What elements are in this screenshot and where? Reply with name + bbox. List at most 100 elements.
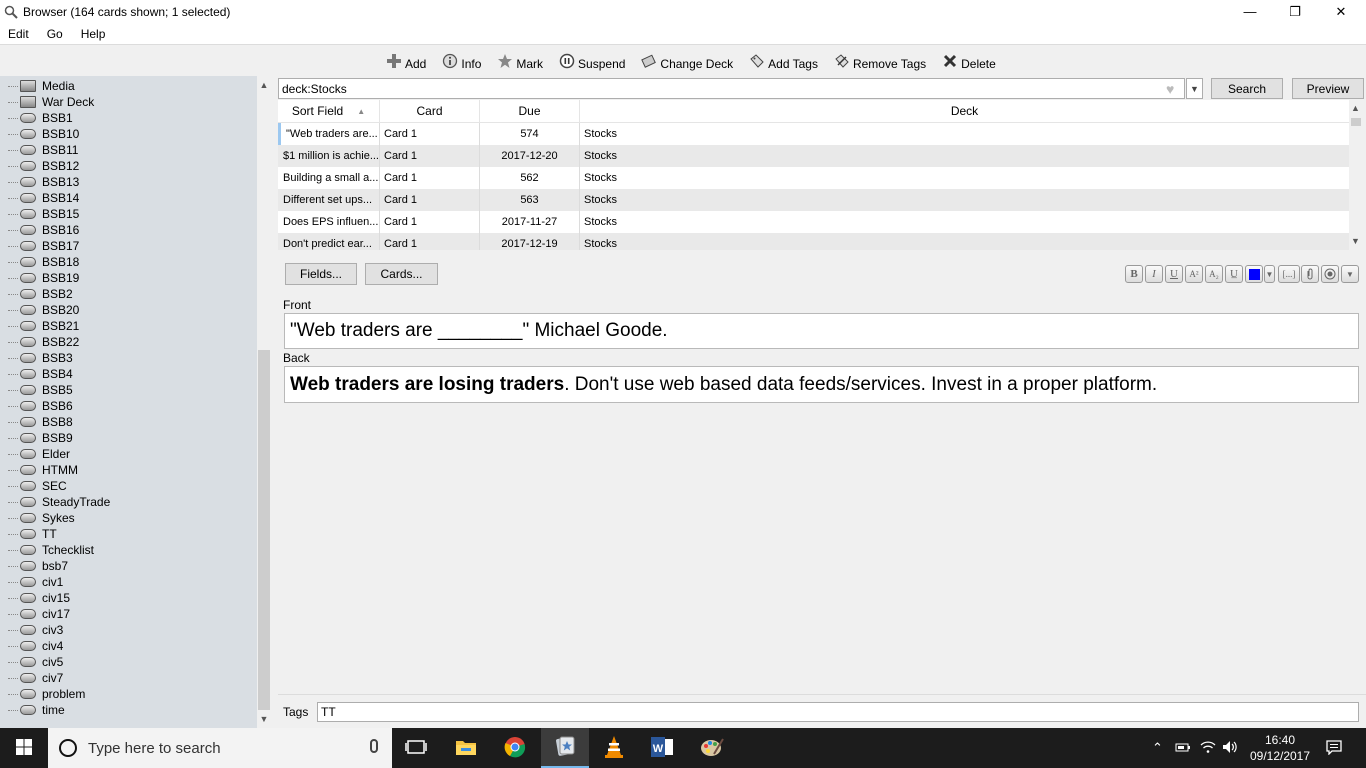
column-header-sort-field[interactable]: Sort Field ▲ bbox=[278, 100, 380, 123]
start-button[interactable] bbox=[0, 728, 48, 768]
bold-button[interactable]: B bbox=[1125, 265, 1143, 283]
wifi-icon[interactable] bbox=[1200, 740, 1216, 757]
table-row[interactable]: Different set ups... Card 1 563 Stocks bbox=[278, 189, 1349, 211]
sidebar-item-bsb5[interactable]: BSB5 bbox=[8, 382, 73, 398]
sidebar-item-bsb10[interactable]: BSB10 bbox=[8, 126, 79, 142]
sidebar-item-bsb20[interactable]: BSB20 bbox=[8, 302, 79, 318]
attach-icon[interactable] bbox=[1301, 265, 1319, 283]
taskbar-clock[interactable]: 16:40 09/12/2017 bbox=[1244, 732, 1316, 764]
sidebar-item-civ17[interactable]: civ17 bbox=[8, 606, 70, 622]
sidebar-item-bsb3[interactable]: BSB3 bbox=[8, 350, 73, 366]
taskbar-file-explorer[interactable] bbox=[442, 728, 490, 768]
change-deck-button[interactable]: Change Deck bbox=[641, 54, 733, 71]
scroll-down-icon[interactable]: ▼ bbox=[1351, 236, 1360, 246]
sidebar-item-problem[interactable]: problem bbox=[8, 686, 85, 702]
sidebar-item-sykes[interactable]: Sykes bbox=[8, 510, 75, 526]
text-color-button[interactable] bbox=[1245, 265, 1263, 283]
back-field[interactable]: Web traders are losing traders. Don't us… bbox=[284, 366, 1359, 403]
clear-format-button[interactable]: U̲ bbox=[1225, 265, 1243, 283]
maximize-button[interactable]: ❐ bbox=[1272, 0, 1318, 23]
menu-go[interactable]: Go bbox=[37, 27, 71, 41]
sidebar-item-media[interactable]: Media bbox=[8, 78, 75, 94]
cards-button[interactable]: Cards... bbox=[365, 263, 438, 285]
sidebar-item-bsb4[interactable]: BSB4 bbox=[8, 366, 73, 382]
column-header-card[interactable]: Card bbox=[380, 100, 480, 123]
tags-input[interactable]: TT bbox=[317, 702, 1359, 722]
battery-icon[interactable] bbox=[1175, 740, 1191, 757]
heart-icon[interactable]: ♥ bbox=[1166, 81, 1174, 97]
action-center-icon[interactable] bbox=[1326, 739, 1342, 758]
sidebar-item-bsb12[interactable]: BSB12 bbox=[8, 158, 79, 174]
record-icon[interactable] bbox=[1321, 265, 1339, 283]
table-row[interactable]: $1 million is achie... Card 1 2017-12-20 St… bbox=[278, 145, 1349, 167]
show-hidden-icons-icon[interactable]: ⌃ bbox=[1152, 740, 1163, 756]
table-row[interactable]: Building a small a... Card 1 562 Stocks bbox=[278, 167, 1349, 189]
fields-button[interactable]: Fields... bbox=[285, 263, 357, 285]
taskbar-vlc[interactable] bbox=[590, 728, 638, 768]
subscript-button[interactable]: A₂ bbox=[1205, 265, 1223, 283]
table-row[interactable]: "Web traders are... Card 1 574 Stocks bbox=[278, 123, 1349, 145]
search-history-dropdown[interactable]: ▼ bbox=[1186, 78, 1203, 99]
sidebar-item-tchecklist[interactable]: Tchecklist bbox=[8, 542, 94, 558]
sidebar-item-time[interactable]: time bbox=[8, 702, 65, 718]
sidebar-item-bsb18[interactable]: BSB18 bbox=[8, 254, 79, 270]
taskbar-chrome[interactable] bbox=[491, 728, 539, 768]
sidebar-item-bsb13[interactable]: BSB13 bbox=[8, 174, 79, 190]
cloze-button[interactable]: [...] bbox=[1278, 265, 1300, 283]
add-button[interactable]: Add bbox=[386, 54, 426, 71]
taskbar-anki[interactable] bbox=[541, 728, 589, 768]
sidebar-item-bsb14[interactable]: BSB14 bbox=[8, 190, 79, 206]
column-header-due[interactable]: Due bbox=[480, 100, 580, 123]
search-button[interactable]: Search bbox=[1211, 78, 1283, 99]
volume-icon[interactable] bbox=[1222, 740, 1238, 757]
sidebar-item-bsb16[interactable]: BSB16 bbox=[8, 222, 79, 238]
underline-button[interactable]: U bbox=[1165, 265, 1183, 283]
sidebar-item-civ5[interactable]: civ5 bbox=[8, 654, 63, 670]
sidebar-item-tt[interactable]: TT bbox=[8, 526, 57, 542]
sidebar-item-civ4[interactable]: civ4 bbox=[8, 638, 63, 654]
table-scrollbar[interactable]: ▲ ▼ bbox=[1349, 100, 1363, 250]
sidebar-item-civ15[interactable]: civ15 bbox=[8, 590, 70, 606]
sidebar-item-civ7[interactable]: civ7 bbox=[8, 670, 63, 686]
sidebar-item-bsb6[interactable]: BSB6 bbox=[8, 398, 73, 414]
sidebar-item-bsb22[interactable]: BSB22 bbox=[8, 334, 79, 350]
table-row[interactable]: Does EPS influen... Card 1 2017-11-27 Stock… bbox=[278, 211, 1349, 233]
column-header-deck[interactable]: Deck bbox=[580, 100, 1349, 123]
sidebar-item-steadytrade[interactable]: SteadyTrade bbox=[8, 494, 110, 510]
sidebar-item-bsb19[interactable]: BSB19 bbox=[8, 270, 79, 286]
delete-button[interactable]: Delete bbox=[942, 54, 996, 71]
scroll-up-icon[interactable]: ▲ bbox=[1351, 103, 1360, 113]
sidebar-item-htmm[interactable]: HTMM bbox=[8, 462, 78, 478]
taskbar-paint[interactable] bbox=[688, 728, 736, 768]
menu-help[interactable]: Help bbox=[71, 27, 114, 41]
taskbar-word[interactable]: W bbox=[638, 728, 686, 768]
scroll-up-icon[interactable]: ▲ bbox=[259, 80, 269, 90]
front-field[interactable]: "Web traders are ________ " Michael Goode… bbox=[284, 313, 1359, 349]
sidebar-item-bsb15[interactable]: BSB15 bbox=[8, 206, 79, 222]
search-input[interactable] bbox=[278, 78, 1185, 99]
sidebar-item-elder[interactable]: Elder bbox=[8, 446, 70, 462]
superscript-button[interactable]: A² bbox=[1185, 265, 1203, 283]
text-color-dropdown[interactable]: ▼ bbox=[1264, 265, 1275, 283]
add-tags-button[interactable]: Add Tags bbox=[749, 54, 818, 71]
mark-button[interactable]: Mark bbox=[497, 54, 543, 71]
table-row[interactable]: Don't predict ear... Card 1 2017-12-19 Stoc… bbox=[278, 233, 1349, 250]
preview-button[interactable]: Preview bbox=[1292, 78, 1364, 99]
sidebar-item-bsb21[interactable]: BSB21 bbox=[8, 318, 79, 334]
menu-edit[interactable]: Edit bbox=[0, 27, 37, 41]
sidebar-item-bsb1[interactable]: BSB1 bbox=[8, 110, 73, 126]
sidebar-item-sec[interactable]: SEC bbox=[8, 478, 67, 494]
sidebar-item-bsb7[interactable]: bsb7 bbox=[8, 558, 68, 574]
remove-tags-button[interactable]: Remove Tags bbox=[834, 54, 926, 71]
taskbar-search[interactable]: Type here to search bbox=[48, 728, 392, 768]
italic-button[interactable]: I bbox=[1145, 265, 1163, 283]
microphone-icon[interactable] bbox=[370, 739, 378, 753]
more-options-dropdown[interactable]: ▼ bbox=[1341, 265, 1359, 283]
sidebar-item-bsb2[interactable]: BSB2 bbox=[8, 286, 73, 302]
sidebar-scroll-thumb[interactable] bbox=[258, 350, 270, 710]
sidebar-scrollbar[interactable]: ▲ ▼ bbox=[257, 76, 271, 728]
table-scroll-thumb[interactable] bbox=[1351, 118, 1361, 126]
task-view-button[interactable] bbox=[392, 728, 440, 768]
sidebar-item-bsb8[interactable]: BSB8 bbox=[8, 414, 73, 430]
sidebar-item-civ3[interactable]: civ3 bbox=[8, 622, 63, 638]
